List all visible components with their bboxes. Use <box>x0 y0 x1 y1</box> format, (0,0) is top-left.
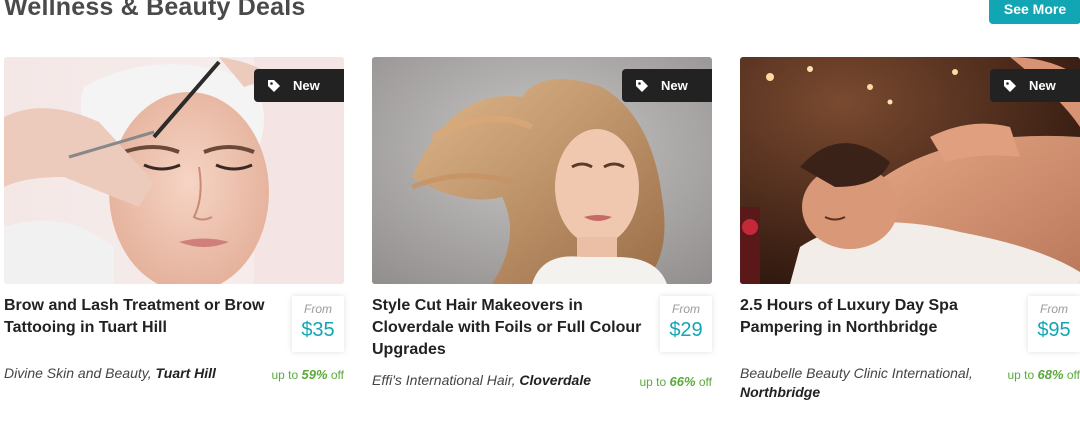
deal-title[interactable]: 2.5 Hours of Luxury Day Spa Pampering in… <box>740 295 1010 339</box>
new-badge: New <box>254 69 344 102</box>
discount-prefix: up to <box>639 375 667 389</box>
merchant-location: Tuart Hill <box>155 365 216 381</box>
merchant-location: Northbridge <box>740 384 821 400</box>
price-value: $29 <box>669 319 703 341</box>
merchant-name: Beaubelle Beauty Clinic International, <box>740 365 973 381</box>
discount-percent: 59% <box>301 367 328 382</box>
discount-percent: 68% <box>1037 367 1064 382</box>
discount-suffix: off <box>1066 368 1080 382</box>
discount-suffix: off <box>698 375 712 389</box>
discount-info: up to 68% off <box>1007 367 1080 382</box>
discount-prefix: up to <box>271 368 299 382</box>
merchant-info: Divine Skin and Beauty, Tuart Hill <box>4 364 264 383</box>
discount-percent: 66% <box>669 374 696 389</box>
deal-card[interactable]: New 2.5 Hours of Luxury Day Spa Pamperin… <box>740 57 1080 424</box>
badge-label: New <box>661 78 688 93</box>
discount-info: up to 59% off <box>271 367 344 382</box>
deal-image[interactable]: New <box>372 57 712 284</box>
price-box: From $35 <box>292 296 344 352</box>
merchant-name: Effi's International Hair, <box>372 372 516 388</box>
badge-label: New <box>1029 78 1056 93</box>
price-prefix: From <box>672 302 700 316</box>
price-value: $95 <box>1037 319 1071 341</box>
tag-icon <box>1003 79 1017 93</box>
section-title: Wellness & Beauty Deals <box>4 0 306 21</box>
see-more-button[interactable]: See More <box>989 0 1080 24</box>
new-badge: New <box>990 69 1080 102</box>
badge-label: New <box>293 78 320 93</box>
discount-suffix: off <box>330 368 344 382</box>
tag-icon <box>267 79 281 93</box>
deal-image[interactable]: New <box>740 57 1080 284</box>
deal-title[interactable]: Style Cut Hair Makeovers in Cloverdale w… <box>372 295 642 361</box>
price-prefix: From <box>304 302 332 316</box>
price-box: From $95 <box>1028 296 1080 352</box>
price-box: From $29 <box>660 296 712 352</box>
price-value: $35 <box>301 319 335 341</box>
price-prefix: From <box>1040 302 1068 316</box>
discount-prefix: up to <box>1007 368 1035 382</box>
merchant-name: Divine Skin and Beauty, <box>4 365 152 381</box>
deal-title[interactable]: Brow and Lash Treatment or Brow Tattooin… <box>4 295 274 339</box>
merchant-location: Cloverdale <box>519 372 592 388</box>
tag-icon <box>635 79 649 93</box>
new-badge: New <box>622 69 712 102</box>
deal-image[interactable]: New <box>4 57 344 284</box>
deal-card[interactable]: New Style Cut Hair Makeovers in Cloverda… <box>372 57 712 424</box>
merchant-info: Beaubelle Beauty Clinic International, N… <box>740 364 990 402</box>
deal-card[interactable]: New Brow and Lash Treatment or Brow Tatt… <box>4 57 344 424</box>
discount-info: up to 66% off <box>639 374 712 389</box>
merchant-info: Effi's International Hair, Cloverdale <box>372 371 632 390</box>
